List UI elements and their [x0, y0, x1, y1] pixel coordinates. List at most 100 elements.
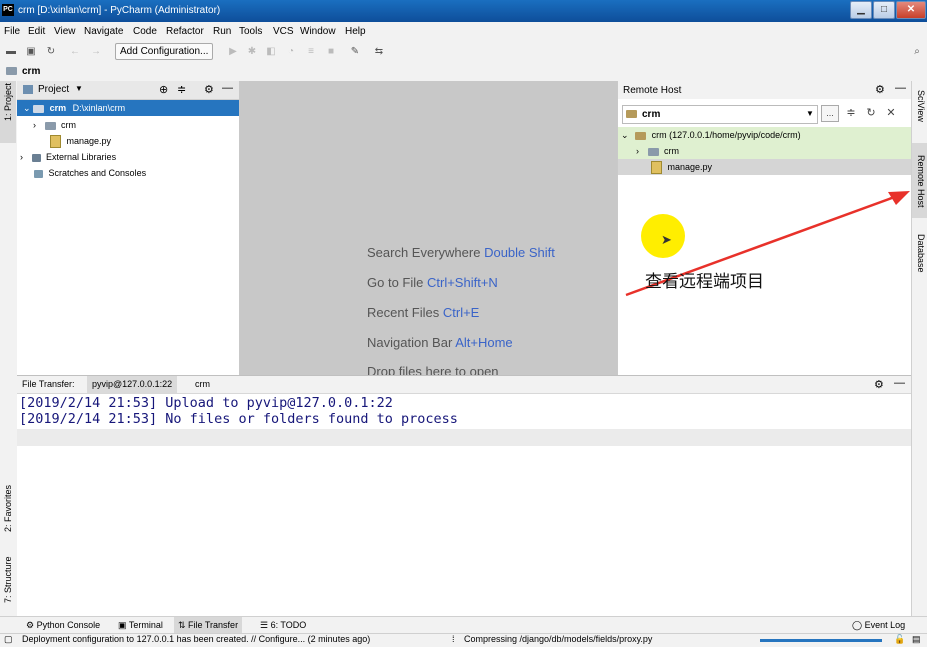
minimize-icon[interactable]: ▁: [850, 1, 872, 19]
tree-row-manage-py[interactable]: manage.py: [17, 133, 239, 149]
project-view-icon: [23, 85, 33, 94]
close-icon[interactable]: ✕: [883, 105, 899, 122]
sync-icon[interactable]: ↻: [44, 45, 58, 58]
navigation-bar: crm: [0, 62, 927, 82]
coverage-icon[interactable]: ◧: [264, 45, 278, 58]
pycharm-logo-icon: PC: [2, 4, 14, 16]
back-arrow-icon[interactable]: ←: [68, 45, 82, 58]
menu-file[interactable]: File: [4, 26, 20, 37]
python-console-label: Python Console: [36, 620, 101, 630]
tree-node-path: D:\xinlan\crm: [72, 103, 126, 113]
collapse-all-icon[interactable]: ≑: [177, 83, 186, 96]
search-icon[interactable]: ⌕: [910, 45, 924, 58]
gear-icon[interactable]: ⚙: [875, 83, 885, 96]
collapse-all-icon[interactable]: ≑: [843, 105, 859, 122]
gear-icon[interactable]: ⚙: [204, 83, 214, 96]
menu-code[interactable]: Code: [133, 26, 157, 37]
folder-icon: [6, 67, 17, 75]
tree-row-root[interactable]: ⌄ crm D:\xinlan\crm: [17, 100, 239, 116]
tree-node-name: External Libraries: [46, 152, 117, 162]
hint-text: Navigation Bar: [367, 335, 453, 350]
profile-icon[interactable]: ◔: [284, 45, 298, 58]
menu-view[interactable]: View: [54, 26, 76, 37]
structure-tool-tab[interactable]: 7: Structure: [0, 543, 16, 613]
tree-row-crm-folder[interactable]: › crm: [17, 117, 239, 133]
right-tool-stripe: SciView Remote Host Database: [911, 81, 927, 616]
structure-tool-tab-label: 7: Structure: [3, 556, 13, 603]
close-icon[interactable]: ✕: [896, 1, 926, 19]
server-icon: [635, 131, 647, 140]
sciview-tool-tab[interactable]: SciView: [912, 86, 927, 141]
terminal-tab[interactable]: ▣ Terminal: [114, 617, 167, 634]
forward-arrow-icon[interactable]: →: [89, 45, 103, 58]
library-icon: [31, 153, 41, 162]
maximize-icon[interactable]: □: [873, 1, 895, 19]
concurrency-icon[interactable]: ≡: [304, 45, 318, 58]
remote-tree-manage-py[interactable]: manage.py: [618, 159, 912, 175]
locate-icon[interactable]: ⊕: [159, 83, 168, 96]
remote-server-select[interactable]: crm ▼: [622, 105, 818, 124]
more-button[interactable]: ...: [821, 105, 839, 122]
open-folder-icon[interactable]: ▬: [4, 45, 18, 58]
gear-icon[interactable]: ⚙: [874, 378, 884, 391]
hide-panel-icon[interactable]: —: [894, 377, 905, 389]
todo-tab[interactable]: ☰ 6: TODO: [256, 617, 310, 634]
hint-search-everywhere: Search Everywhere Double Shift: [367, 245, 555, 260]
menu-help[interactable]: Help: [345, 26, 366, 37]
menu-run[interactable]: Run: [213, 26, 231, 37]
add-configuration-button[interactable]: Add Configuration...: [115, 43, 214, 60]
stop-icon[interactable]: ■: [324, 45, 338, 58]
menu-tools[interactable]: Tools: [239, 26, 262, 37]
tab-pyvip-server[interactable]: pyvip@127.0.0.1:22: [87, 376, 178, 393]
menu-navigate[interactable]: Navigate: [84, 26, 123, 37]
hide-panel-icon[interactable]: —: [895, 82, 906, 94]
hint-shortcut: Ctrl+Shift+N: [426, 275, 498, 290]
status-bar: ▢ Deployment configuration to 127.0.0.1 …: [0, 633, 927, 647]
progress-fill: [760, 639, 882, 642]
hint-text: Drop files here to open: [367, 364, 499, 375]
window-title: crm [D:\xinlan\crm] - PyCharm (Administr…: [18, 5, 221, 16]
hide-panel-icon[interactable]: —: [222, 82, 233, 94]
notifications-icon[interactable]: ▤: [912, 634, 921, 645]
tree-row-scratches[interactable]: Scratches and Consoles: [17, 165, 239, 181]
save-icon[interactable]: ▣: [24, 45, 38, 58]
remote-tree-crm-folder[interactable]: › crm: [618, 143, 912, 159]
project-panel: Project ▼ ⊕ ≑ ⚙ — ⌄ crm D:\xinlan\crm › …: [17, 81, 240, 375]
tree-row-external-libraries[interactable]: › External Libraries: [17, 149, 239, 165]
menu-vcs[interactable]: VCS: [273, 26, 294, 37]
file-transfer-tab[interactable]: ⇅ File Transfer: [174, 617, 243, 634]
python-file-icon: [50, 135, 61, 149]
status-toggle-icon[interactable]: ▢: [4, 634, 13, 645]
chevron-down-icon[interactable]: ▼: [75, 84, 83, 93]
vcs-icon[interactable]: ⇆: [372, 45, 386, 58]
wrench-icon[interactable]: ✎: [348, 45, 362, 58]
remote-tree-root[interactable]: ⌄ crm (127.0.0.1/home/pyvip/code/crm): [618, 127, 912, 143]
terminal-label: Terminal: [128, 620, 163, 630]
todo-list-icon: ☰: [260, 620, 271, 630]
editor-empty-area[interactable]: Search Everywhere Double Shift Go to Fil…: [240, 81, 617, 375]
tab-crm[interactable]: crm: [190, 376, 215, 393]
favorites-tool-tab[interactable]: 2: Favorites: [0, 474, 16, 536]
transfer-icon: ⇅: [178, 620, 189, 630]
run-icon[interactable]: ▶: [226, 45, 240, 58]
menu-refactor[interactable]: Refactor: [166, 26, 204, 37]
project-panel-header: Project ▼ ⊕ ≑ ⚙ —: [17, 81, 239, 100]
debug-icon[interactable]: ✱: [245, 45, 259, 58]
background-task-text[interactable]: Compressing /django/db/models/fields/pro…: [464, 634, 652, 644]
refresh-icon[interactable]: ↻: [863, 105, 879, 122]
menu-edit[interactable]: Edit: [28, 26, 45, 37]
project-tool-tab[interactable]: 1: Project: [0, 81, 16, 143]
tree-node-name: manage.py: [66, 136, 112, 146]
file-transfer-label: File Transfer: [188, 620, 239, 630]
status-message[interactable]: Deployment configuration to 127.0.0.1 ha…: [22, 634, 370, 644]
breadcrumb-crm[interactable]: crm: [22, 66, 40, 77]
lock-icon[interactable]: 🔓: [894, 634, 905, 645]
log-line: [2019/2/14 21:53] No files or folders fo…: [19, 411, 458, 427]
python-console-tab[interactable]: ⚙ Python Console: [22, 617, 104, 634]
event-log-tab[interactable]: ◯ Event Log: [848, 617, 909, 634]
log-line: [2019/2/14 21:53] Upload to pyvip@127.0.…: [19, 395, 393, 411]
tree-node-name: Scratches and Consoles: [48, 168, 147, 178]
menu-window[interactable]: Window: [300, 26, 336, 37]
project-view-selector[interactable]: Project: [38, 84, 69, 95]
menu-bar: File Edit View Navigate Code Refactor Ru…: [0, 22, 927, 41]
